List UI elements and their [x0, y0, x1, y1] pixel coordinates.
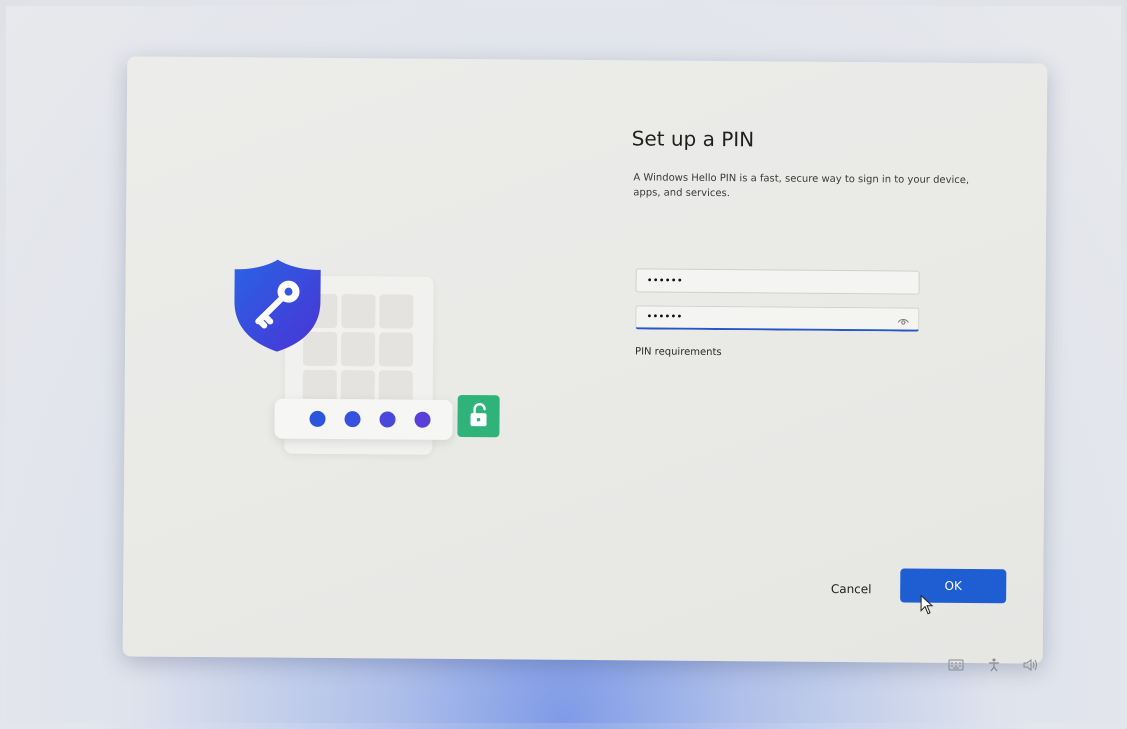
shield-key-icon [234, 259, 321, 352]
pin-setup-dialog: Set up a PIN A Windows Hello PIN is a fa… [122, 56, 1048, 664]
cancel-button[interactable]: Cancel [803, 572, 899, 607]
mouse-pointer-icon [920, 594, 934, 615]
pin-requirements-link[interactable]: PIN requirements [635, 346, 722, 358]
pin-illustration [229, 255, 511, 467]
accessibility-icon[interactable] [986, 658, 1002, 672]
page-title: Set up a PIN [631, 126, 755, 152]
dialog-description: A Windows Hello PIN is a fast, secure wa… [633, 172, 970, 200]
ok-button[interactable]: OK [900, 568, 1007, 604]
pin-dots-icon [274, 398, 453, 440]
confirm-pin-input[interactable] [635, 305, 920, 332]
eye-reveal-icon[interactable] [897, 315, 909, 327]
new-pin-input[interactable] [635, 268, 920, 295]
volume-icon[interactable] [1022, 658, 1038, 672]
keyboard-icon[interactable] [948, 658, 964, 672]
unlock-icon [457, 395, 500, 438]
